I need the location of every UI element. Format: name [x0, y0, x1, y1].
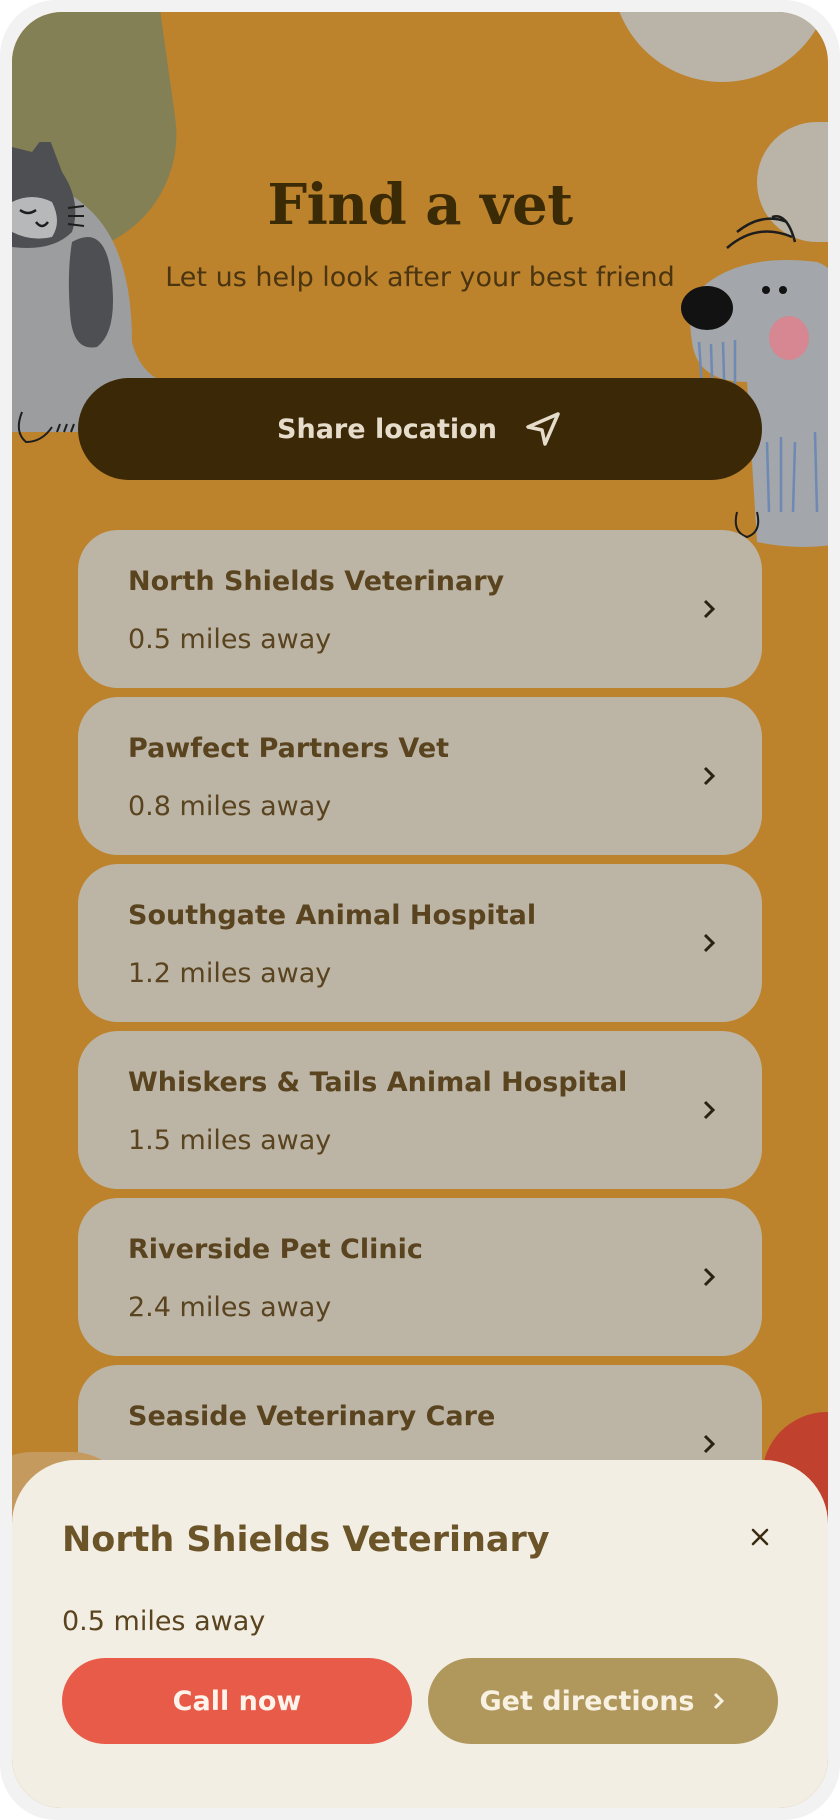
sheet-distance: 0.5 miles away: [62, 1606, 266, 1637]
app-screen: Find a vet Let us help look after your b…: [12, 12, 828, 1808]
chevron-right-icon: [703, 1434, 716, 1454]
share-location-button[interactable]: Share location: [78, 378, 762, 480]
vet-card[interactable]: North Shields Veterinary 0.5 miles away: [78, 530, 762, 688]
vet-card[interactable]: Pawfect Partners Vet 0.8 miles away: [78, 697, 762, 855]
close-icon[interactable]: [745, 1522, 775, 1552]
vet-distance: 1.2 miles away: [128, 958, 332, 989]
vet-name: Southgate Animal Hospital: [128, 900, 537, 931]
page-subtitle: Let us help look after your best friend: [165, 262, 675, 293]
vet-name: Pawfect Partners Vet: [128, 733, 450, 764]
chevron-right-icon: [703, 1100, 716, 1120]
vet-name: Riverside Pet Clinic: [128, 1234, 423, 1265]
sheet-title: North Shields Veterinary: [62, 1520, 550, 1560]
vet-name: Whiskers & Tails Animal Hospital: [128, 1067, 628, 1098]
chevron-right-icon: [703, 933, 716, 953]
decorative-blob: [612, 12, 828, 82]
share-location-label: Share location: [277, 413, 497, 445]
vet-name: Seaside Veterinary Care: [128, 1401, 496, 1432]
vet-distance: 1.5 miles away: [128, 1125, 332, 1156]
vet-card[interactable]: Whiskers & Tails Animal Hospital 1.5 mil…: [78, 1031, 762, 1189]
vet-distance: 2.4 miles away: [128, 1292, 332, 1323]
page-title: Find a vet: [267, 172, 573, 238]
navigation-arrow-icon: [526, 412, 560, 446]
call-now-label: Call now: [172, 1685, 302, 1717]
vet-card[interactable]: Riverside Pet Clinic 2.4 miles away: [78, 1198, 762, 1356]
call-now-button[interactable]: Call now: [62, 1658, 412, 1744]
vet-distance: 0.5 miles away: [128, 624, 332, 655]
vet-name: North Shields Veterinary: [128, 566, 505, 597]
chevron-right-icon: [713, 1692, 724, 1710]
vet-distance: 0.8 miles away: [128, 791, 332, 822]
get-directions-button[interactable]: Get directions: [428, 1658, 778, 1744]
vet-card[interactable]: Southgate Animal Hospital 1.2 miles away: [78, 864, 762, 1022]
chevron-right-icon: [703, 766, 716, 786]
get-directions-label: Get directions: [479, 1685, 695, 1717]
chevron-right-icon: [703, 599, 716, 619]
chevron-right-icon: [703, 1267, 716, 1287]
vet-detail-sheet: North Shields Veterinary 0.5 miles away …: [12, 1460, 828, 1808]
device-frame: Find a vet Let us help look after your b…: [0, 0, 840, 1820]
